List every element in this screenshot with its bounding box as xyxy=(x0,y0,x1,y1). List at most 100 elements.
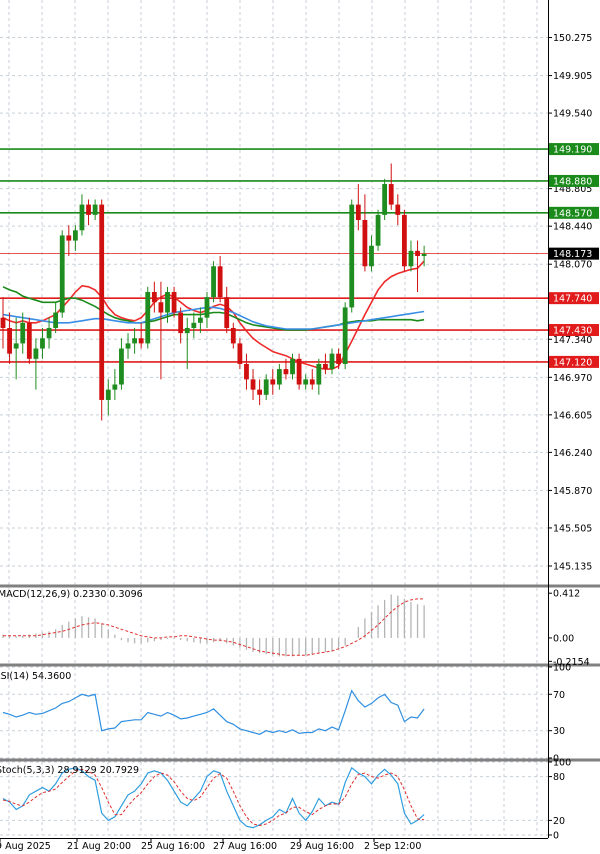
candle-body xyxy=(408,250,414,267)
price-axis-label: 145.870 xyxy=(553,486,592,497)
price-level-label: 147.120 xyxy=(553,357,592,368)
candle xyxy=(26,317,32,364)
candle-body xyxy=(0,317,6,328)
candle-body xyxy=(382,184,388,215)
candle xyxy=(211,261,216,303)
candle-body xyxy=(204,297,210,318)
candle-body xyxy=(270,379,276,385)
candle-body xyxy=(184,327,190,334)
candle-body xyxy=(79,204,85,231)
current-price-label: 148.173 xyxy=(553,249,592,260)
price-level-label: 148.570 xyxy=(553,208,592,219)
price-axis-label: 149.905 xyxy=(553,71,592,82)
candle-body xyxy=(46,327,52,339)
candle-body xyxy=(99,204,105,400)
chart-background xyxy=(0,0,600,854)
candle-body xyxy=(224,297,230,328)
candle-body xyxy=(217,266,223,298)
candle-body xyxy=(198,317,203,323)
candle-body xyxy=(151,291,157,303)
candle-body xyxy=(59,235,65,313)
candle-body xyxy=(290,358,295,375)
time-axis-label: 29 Aug 16:00 xyxy=(290,841,354,852)
price-axis-label: 100 xyxy=(553,758,571,769)
candle-body xyxy=(119,348,124,385)
candle-body xyxy=(20,322,26,344)
price-axis-label: 30 xyxy=(553,726,565,737)
candle-body xyxy=(415,250,420,257)
candle-body xyxy=(316,363,322,385)
candle-body xyxy=(66,235,72,241)
price-axis-label: 146.605 xyxy=(553,410,592,421)
candle xyxy=(401,209,407,272)
price-level-label: 148.880 xyxy=(553,176,592,187)
candle-body xyxy=(309,379,315,385)
candle-body xyxy=(26,322,32,359)
panel-separator xyxy=(0,584,600,588)
candle-body xyxy=(401,214,407,267)
price-axis-label: 149.540 xyxy=(553,109,592,120)
candle-body xyxy=(53,312,59,328)
price-axis-label: 80 xyxy=(553,772,565,783)
candle-body xyxy=(296,358,302,385)
macd-title: MACD(12,26,9) 0.2330 0.3096 xyxy=(0,589,143,600)
candle-body xyxy=(105,389,111,400)
price-axis-label: 0 xyxy=(553,831,559,842)
candle-body xyxy=(276,369,282,385)
candle-body xyxy=(86,204,91,215)
panel-separator xyxy=(0,663,600,667)
price-level-label: 147.430 xyxy=(553,326,592,337)
candle-body xyxy=(112,384,118,390)
rsi-title: RSI(14) 54.3600 xyxy=(0,671,71,682)
candle-body xyxy=(237,343,243,364)
price-axis-label: 0.00 xyxy=(553,633,574,644)
price-axis-label: 145.505 xyxy=(553,523,592,534)
candle-body xyxy=(388,184,394,205)
candle-body xyxy=(13,343,19,349)
price-axis-label: 100 xyxy=(553,663,571,674)
candle xyxy=(59,230,65,318)
candle-body xyxy=(349,204,355,308)
price-axis-label: 146.970 xyxy=(553,373,592,384)
time-axis-label: 21 Aug 20:00 xyxy=(67,841,131,852)
candle xyxy=(375,209,381,251)
candle-body xyxy=(362,220,368,267)
candle-body xyxy=(178,312,184,334)
price-axis-label: 20 xyxy=(553,816,565,827)
candle-body xyxy=(40,338,45,349)
candle-body xyxy=(33,348,39,359)
candle-body xyxy=(145,291,151,344)
candle xyxy=(349,199,355,313)
price-axis-label: 148.070 xyxy=(553,260,592,271)
stoch-title: Stoch(5,3,3) 28.9129 20.7929 xyxy=(0,765,139,776)
candle xyxy=(342,302,348,370)
price-axis-label: 150.275 xyxy=(553,33,592,44)
candle-body xyxy=(191,322,197,328)
price-axis-label: 148.440 xyxy=(553,222,592,233)
candle-body xyxy=(303,379,309,385)
candle-body xyxy=(250,379,256,390)
candle-body xyxy=(158,302,164,313)
time-axis-label: 25 Aug 16:00 xyxy=(141,841,205,852)
candle-body xyxy=(355,204,361,221)
price-axis-label: 145.135 xyxy=(553,561,592,572)
candle-body xyxy=(244,363,249,380)
candle-body xyxy=(329,353,335,370)
candle-body xyxy=(211,266,216,298)
candle-body xyxy=(323,363,328,370)
time-axis-label: 27 Aug 16:00 xyxy=(213,841,277,852)
price-axis-label: 0.412 xyxy=(553,589,580,600)
candle xyxy=(99,199,105,421)
price-axis-label: 70 xyxy=(553,690,565,701)
time-axis-label: 19 Aug 2025 xyxy=(0,841,51,852)
candle xyxy=(145,286,151,349)
candle-body xyxy=(132,338,137,344)
price-axis-label: 146.240 xyxy=(553,448,592,459)
candle-body xyxy=(125,343,131,349)
candle-body xyxy=(171,291,177,313)
trading-chart[interactable]: 150.275149.905149.540148.805148.440148.0… xyxy=(0,0,600,854)
candle-body xyxy=(92,204,98,215)
candle-body xyxy=(72,230,78,241)
candle-body xyxy=(230,327,236,344)
candle-body xyxy=(395,204,401,215)
